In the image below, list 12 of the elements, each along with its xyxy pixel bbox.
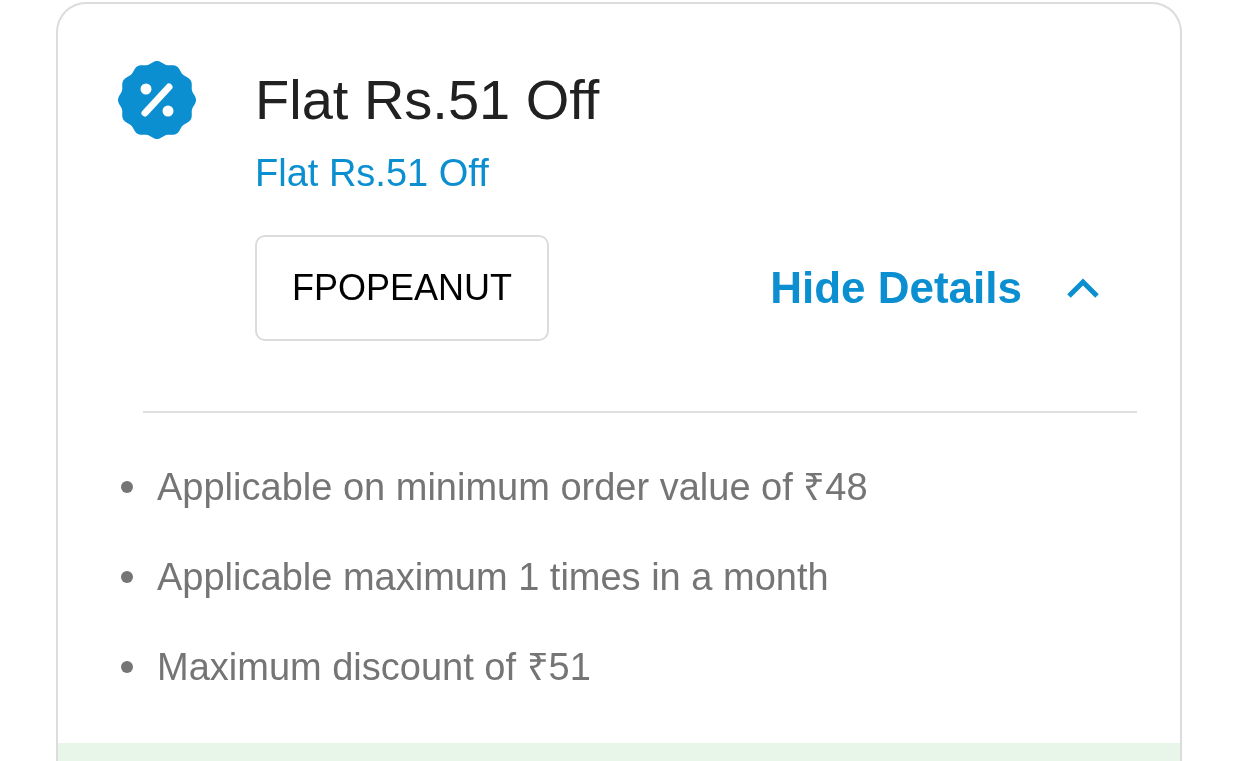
bullet-icon xyxy=(121,481,133,493)
offer-title: Flat Rs.51 Off xyxy=(255,68,601,132)
term-text: Applicable maximum 1 times in a month xyxy=(157,555,829,600)
term-text: Applicable on minimum order value of ₹48 xyxy=(157,465,868,510)
term-text: Maximum discount of ₹51 xyxy=(157,645,591,690)
bullet-icon xyxy=(121,661,133,673)
bullet-icon xyxy=(121,571,133,583)
percent-badge-icon xyxy=(117,60,197,140)
coupon-code: FPOPEANUT xyxy=(255,235,549,341)
chevron-up-icon xyxy=(1066,277,1100,299)
offer-subtitle: Flat Rs.51 Off xyxy=(255,151,490,196)
hide-details-button[interactable]: Hide Details xyxy=(770,255,1100,321)
